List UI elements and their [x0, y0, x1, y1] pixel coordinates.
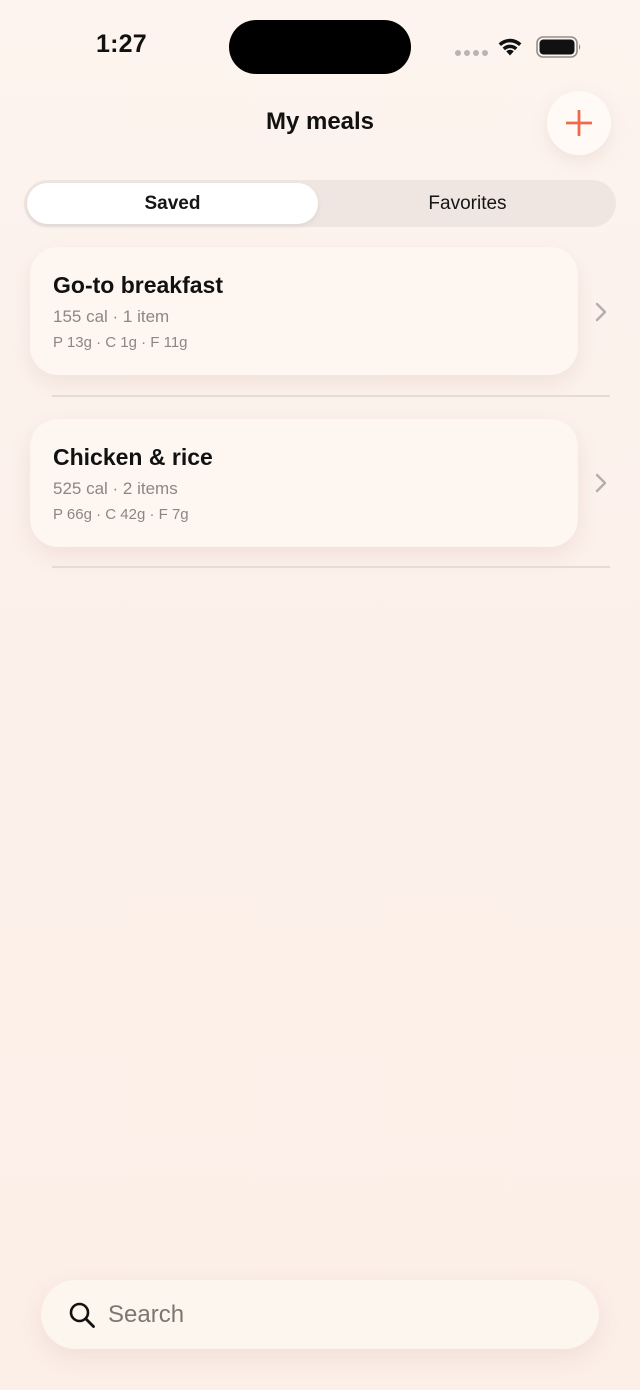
search-icon: [69, 1302, 95, 1328]
meal-card[interactable]: Go-to breakfast 155 cal · 1 item P 13g ·…: [30, 247, 578, 375]
chevron-right-icon[interactable]: [594, 302, 608, 322]
meals-segmented-control: Saved Favorites: [24, 180, 616, 227]
plus-icon: [566, 110, 592, 136]
divider: [52, 566, 610, 568]
add-meal-button[interactable]: [547, 91, 611, 155]
page-title: My meals: [265, 108, 375, 135]
search-bar[interactable]: [41, 1280, 599, 1349]
meal-name: Go-to breakfast: [53, 272, 223, 298]
divider: [52, 395, 610, 397]
meal-macros: P 13g · C 1g · F 11g: [53, 334, 188, 351]
chevron-right-icon[interactable]: [594, 473, 608, 493]
meal-calories-summary: 155 cal · 1 item: [53, 307, 170, 326]
tab-saved[interactable]: Saved: [27, 183, 318, 224]
dynamic-island: [229, 20, 411, 74]
tab-favorites[interactable]: Favorites: [322, 183, 613, 224]
search-input[interactable]: [108, 1280, 578, 1349]
meal-calories-summary: 525 cal · 2 items: [53, 479, 178, 498]
meal-name: Chicken & rice: [53, 444, 213, 470]
status-time: 1:27: [96, 30, 147, 58]
wifi-icon: [498, 38, 522, 56]
meal-list-item[interactable]: Chicken & rice 525 cal · 2 items P 66g ·…: [0, 419, 640, 549]
meal-card[interactable]: Chicken & rice 525 cal · 2 items P 66g ·…: [30, 419, 578, 547]
meal-list-item[interactable]: Go-to breakfast 155 cal · 1 item P 13g ·…: [0, 247, 640, 377]
meal-macros: P 66g · C 42g · F 7g: [53, 506, 189, 523]
battery-icon: [536, 36, 581, 58]
cellular-signal-icon: [455, 50, 488, 56]
